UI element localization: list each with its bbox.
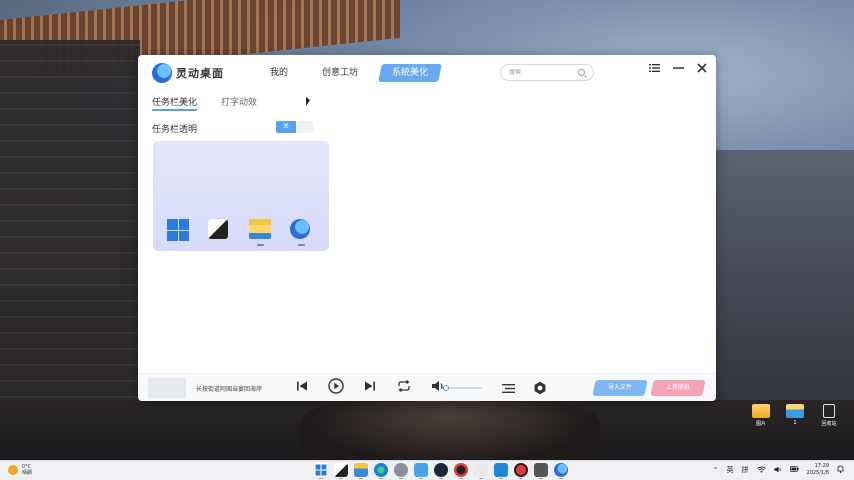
main-nav: 我的 创意工坊 系统美化 [258, 64, 442, 82]
taskbar-preview-card [153, 141, 329, 251]
taskbar-transparent-toggle[interactable]: 关 [276, 121, 314, 133]
close-icon[interactable] [696, 63, 708, 75]
file-explorer-icon[interactable] [354, 463, 368, 479]
player-controls [294, 378, 446, 394]
desktop-icon-pictures[interactable]: 图片 [746, 404, 776, 436]
windows-taskbar: 0°C 晴朗 ⌃ 英 拼 17:29 2025/1/8 [0, 460, 854, 480]
weather-text: 0°C 晴朗 [22, 464, 32, 476]
clock[interactable]: 17:29 2025/1/8 [807, 463, 829, 477]
menu-list-icon[interactable] [648, 63, 660, 75]
desktop-icon-label: 回收站 [821, 421, 837, 427]
repeat-icon[interactable] [396, 378, 412, 394]
app-logo-icon [152, 63, 172, 83]
app-window: 灵动桌面 我的 创意工坊 系统美化 任务栏美化 打字动效 任务栏透明 关 [138, 55, 716, 401]
chevron-up-icon[interactable]: ⌃ [713, 466, 719, 474]
folder-icon [786, 404, 804, 418]
folder-icon [752, 404, 770, 418]
nav-tab-label: 我的 [270, 68, 289, 78]
ime-lang[interactable]: 英 [727, 465, 734, 475]
volume-knob[interactable] [443, 385, 449, 391]
settings-icon[interactable] [532, 380, 548, 396]
vscode-icon[interactable] [494, 463, 508, 479]
edge-icon[interactable] [374, 463, 388, 479]
nav-tab-system-beautify[interactable]: 系统美化 [378, 64, 442, 82]
subtab-typing-effect[interactable]: 打字动效 [221, 95, 257, 111]
nav-tab-label: 创意工坊 [322, 68, 359, 78]
battery-icon[interactable] [789, 466, 799, 474]
song-title: 长按街道阿国当宴回海岸 [196, 386, 263, 393]
nav-tab-mine[interactable]: 我的 [258, 64, 300, 82]
recycle-bin-icon [823, 404, 835, 418]
terminal-app-icon[interactable] [334, 463, 348, 479]
app-icon-dark[interactable] [534, 463, 548, 479]
weather-widget[interactable]: 0°C 晴朗 [8, 464, 32, 476]
sun-icon [8, 465, 18, 475]
upload-wallpaper-label: 上传壁纸 [665, 384, 690, 391]
system-tray: ⌃ 英 拼 17:29 2025/1/8 [713, 463, 844, 477]
desktop-icon-folder-1[interactable]: 1 [780, 404, 810, 436]
sub-tabs: 任务栏美化 打字动效 [152, 95, 257, 111]
import-file-label: 导入文件 [607, 384, 632, 391]
search-input[interactable] [509, 69, 575, 76]
nav-tab-workshop[interactable]: 创意工坊 [310, 64, 370, 82]
terminal-icon [208, 219, 230, 241]
wallpaper-figure [300, 395, 600, 460]
notification-bell-icon[interactable] [837, 465, 844, 475]
next-track-icon[interactable] [362, 378, 378, 394]
music-player-bar: 长按街道阿国当宴回海岸 导入文件 上传壁纸 [138, 373, 716, 401]
playlist-icon[interactable] [500, 380, 516, 396]
volume-slider[interactable] [442, 385, 482, 391]
steam-icon[interactable] [434, 463, 448, 479]
minimize-icon[interactable] [672, 63, 684, 75]
wallpaper-building-left [0, 40, 140, 460]
mouse-cursor [306, 97, 310, 106]
window-controls [648, 63, 708, 75]
upload-wallpaper-button[interactable]: 上传壁纸 [650, 380, 706, 396]
subtab-taskbar-beautify[interactable]: 任务栏美化 [152, 95, 198, 111]
window-header: 灵动桌面 我的 创意工坊 系统美化 [138, 55, 716, 91]
search-icon[interactable] [578, 69, 585, 76]
desktop-icon-label: 图片 [755, 421, 766, 427]
previous-track-icon[interactable] [294, 378, 310, 394]
app-logo: 灵动桌面 [152, 63, 224, 83]
desktop-icon-label: 1 [793, 420, 797, 426]
speaker-icon[interactable] [774, 466, 782, 475]
nav-tab-label: 系统美化 [392, 68, 429, 78]
taskbar-transparent-label: 任务栏透明 [152, 125, 198, 135]
play-icon[interactable] [328, 378, 344, 394]
taskbar-apps [314, 463, 568, 479]
toggle-state: 关 [276, 121, 296, 133]
clock-date: 2025/1/8 [806, 470, 829, 476]
app-icon-gray[interactable] [474, 463, 488, 479]
app-icon-blue[interactable] [414, 463, 428, 479]
record-app-icon[interactable] [514, 463, 528, 479]
clock-time: 17:29 [814, 463, 829, 469]
settings-app-icon[interactable] [394, 463, 408, 479]
wifi-icon[interactable] [756, 466, 766, 475]
app-logo-icon [290, 219, 312, 246]
desktop-icon-recycle-bin[interactable]: 回收站 [814, 404, 844, 436]
start-icon[interactable] [314, 463, 328, 479]
album-cover [148, 378, 186, 398]
search-box [500, 64, 594, 81]
app-logo-icon[interactable] [554, 463, 568, 479]
app-name: 灵动桌面 [176, 67, 224, 80]
file-explorer-icon [249, 219, 271, 246]
qq-icon[interactable] [454, 463, 468, 479]
windows-logo-icon [167, 219, 189, 241]
ime-mode[interactable]: 拼 [742, 465, 749, 475]
import-file-button[interactable]: 导入文件 [592, 380, 648, 396]
preview-icon-row [167, 219, 312, 246]
weather-desc: 晴朗 [22, 470, 33, 476]
